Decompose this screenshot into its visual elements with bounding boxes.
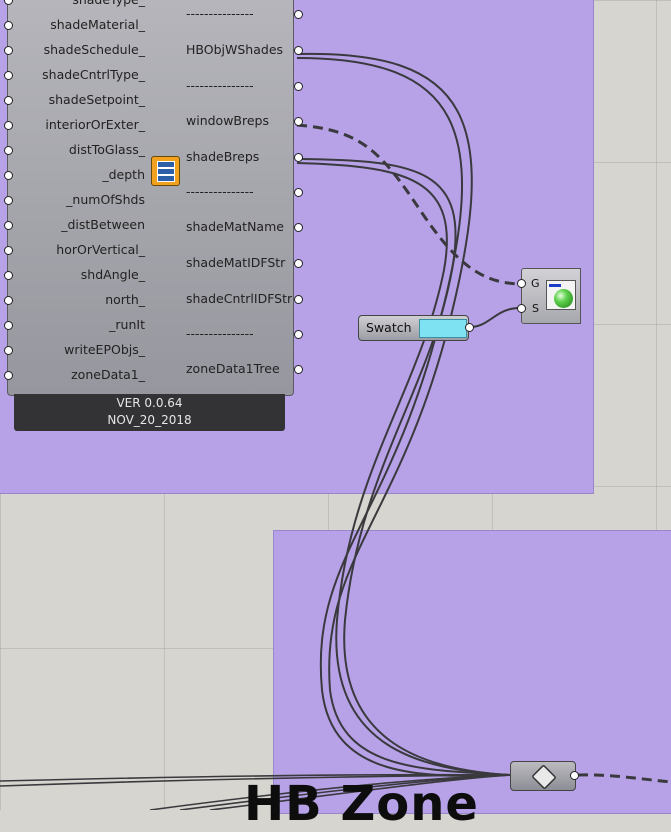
output-9[interactable]: ---------------	[186, 326, 254, 341]
version-footer: VER 0.0.64 NOV_20_2018	[14, 394, 285, 431]
output-2[interactable]: ---------------	[186, 78, 254, 93]
output-port-4[interactable]	[294, 153, 303, 162]
hex-output-port[interactable]	[570, 771, 579, 780]
input-port-8[interactable]	[4, 196, 13, 205]
input-6[interactable]: distToGlass_	[69, 142, 145, 157]
output-port-10[interactable]	[294, 365, 303, 374]
output-7[interactable]: shadeMatIDFStr	[186, 255, 285, 270]
output-port-0[interactable]	[294, 10, 303, 19]
input-port-15[interactable]	[4, 371, 13, 380]
wire-windowbreps	[296, 123, 521, 286]
swatch-color[interactable]	[419, 319, 467, 338]
input-3[interactable]: shadeCntrlType_	[42, 67, 145, 82]
input-port-11[interactable]	[4, 271, 13, 280]
swatch-label: Swatch	[366, 320, 412, 335]
output-column: --------------- HBObjWShades -------------…	[186, 0, 306, 391]
input-4[interactable]: shadeSetpoint_	[49, 92, 145, 107]
output-port-7[interactable]	[294, 259, 303, 268]
input-port-6[interactable]	[4, 146, 13, 155]
swatch-component[interactable]: Swatch	[358, 315, 474, 341]
input-port-0[interactable]	[4, 0, 13, 5]
input-7[interactable]: _depth	[102, 167, 145, 182]
preview-icon	[546, 280, 576, 310]
output-0[interactable]: ---------------	[186, 6, 254, 21]
output-port-8[interactable]	[294, 295, 303, 304]
input-0[interactable]: shadeType_	[72, 0, 145, 7]
input-2[interactable]: shadeSchedule_	[44, 42, 145, 57]
input-port-5[interactable]	[4, 121, 13, 130]
output-port-1[interactable]	[294, 46, 303, 55]
custom-preview-component[interactable]: G S	[517, 268, 581, 324]
component-icon	[151, 156, 180, 186]
group-label-hb-zone: HB Zone	[244, 776, 479, 832]
output-8[interactable]: shadeCntrlIDFStr	[186, 291, 292, 306]
input-port-9[interactable]	[4, 221, 13, 230]
hexagon-icon	[531, 764, 557, 790]
input-10[interactable]: horOrVertical_	[56, 242, 145, 257]
input-port-12[interactable]	[4, 296, 13, 305]
output-1[interactable]: HBObjWShades	[186, 42, 283, 57]
input-port-7[interactable]	[4, 171, 13, 180]
input-s-label: S	[532, 302, 539, 315]
input-1[interactable]: shadeMaterial_	[50, 17, 145, 32]
output-4[interactable]: shadeBreps	[186, 149, 259, 164]
input-port-10[interactable]	[4, 246, 13, 255]
output-port-6[interactable]	[294, 223, 303, 232]
input-port-1[interactable]	[4, 21, 13, 30]
version-line1: VER 0.0.64	[116, 396, 183, 410]
output-port-3[interactable]	[294, 117, 303, 126]
preview-port-s[interactable]	[517, 304, 526, 313]
shades-component[interactable]: shadeType_ shadeMaterial_ shadeSchedule_sh…	[4, 0, 303, 396]
input-5[interactable]: interiorOrExter_	[45, 117, 145, 132]
input-port-13[interactable]	[4, 321, 13, 330]
output-port-2[interactable]	[294, 82, 303, 91]
output-port-9[interactable]	[294, 330, 303, 339]
input-12[interactable]: north_	[105, 292, 145, 307]
preview-port-g[interactable]	[517, 279, 526, 288]
output-5[interactable]: ---------------	[186, 184, 254, 199]
output-3[interactable]: windowBreps	[186, 113, 269, 128]
output-10[interactable]: zoneData1Tree	[186, 361, 280, 376]
hex-component[interactable]	[510, 761, 579, 791]
input-9[interactable]: _distBetween	[61, 217, 145, 232]
swatch-output-port[interactable]	[465, 323, 474, 332]
input-8[interactable]: _numOfShds	[66, 192, 145, 207]
input-port-14[interactable]	[4, 346, 13, 355]
wire-hex-out	[577, 773, 671, 784]
version-line2: NOV_20_2018	[107, 413, 192, 427]
input-15[interactable]: zoneData1_	[71, 367, 145, 382]
input-13[interactable]: _runIt	[109, 317, 145, 332]
input-port-4[interactable]	[4, 96, 13, 105]
input-g-label: G	[531, 277, 540, 290]
input-column: shadeType_ shadeMaterial_ shadeSchedule_sh…	[4, 0, 145, 391]
input-11[interactable]: shdAngle_	[81, 267, 145, 282]
input-port-2[interactable]	[4, 46, 13, 55]
wire-swatch	[469, 307, 521, 328]
output-6[interactable]: shadeMatName	[186, 219, 284, 234]
input-14[interactable]: writeEPObjs_	[64, 342, 145, 357]
input-port-3[interactable]	[4, 71, 13, 80]
output-port-5[interactable]	[294, 188, 303, 197]
